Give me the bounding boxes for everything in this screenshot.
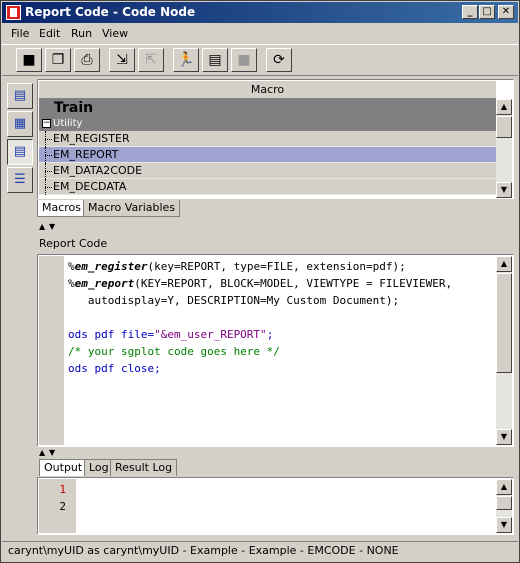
- app-icon: [6, 5, 21, 20]
- code-token: em_report: [74, 277, 135, 290]
- code-line[interactable]: %em_report(KEY=REPORT, BLOCK=MODEL, VIEW…: [68, 275, 493, 292]
- import-icon[interactable]: ⇲: [109, 48, 135, 72]
- tab-macros[interactable]: Macros: [37, 200, 87, 217]
- menu-view[interactable]: View: [102, 27, 128, 40]
- tab-macro-variables[interactable]: Macro Variables: [83, 200, 181, 217]
- menu-bar: File Edit Run View: [2, 24, 518, 43]
- toolbar: ■ ❐ ⎙ ⇲ ⇱ 🏃 ▤ ■ ⟳: [2, 44, 518, 76]
- output-scrollbar[interactable]: ▲ ▼: [496, 479, 512, 533]
- code-line[interactable]: /* your sgplot code goes here */: [68, 343, 493, 360]
- editor-scrollbar[interactable]: ▲ ▼: [496, 256, 512, 445]
- output-tabs: Output Log Result Log: [39, 459, 514, 477]
- code-line[interactable]: [68, 309, 493, 326]
- splitter-up-icon[interactable]: ▲: [39, 223, 45, 231]
- macro-scrollbar[interactable]: ▲ ▼: [496, 99, 512, 198]
- scroll-thumb[interactable]: [496, 273, 512, 373]
- code-token: %: [68, 277, 75, 290]
- macro-item[interactable]: EM_DATA2CODE: [39, 163, 496, 179]
- application-window: Report Code - Code Node _ □ ✕ File Edit …: [0, 0, 520, 563]
- save-icon[interactable]: ■: [16, 48, 42, 72]
- code-token: ods pdf file=: [68, 328, 155, 341]
- scroll-down-icon[interactable]: ▼: [496, 182, 512, 198]
- data-icon[interactable]: ▦: [7, 111, 33, 137]
- code-token: /* your sgplot code goes here */: [68, 345, 280, 358]
- code-line[interactable]: %em_register(key=REPORT, type=FILE, exte…: [68, 258, 493, 275]
- title-bar[interactable]: Report Code - Code Node _ □ ✕: [2, 2, 518, 23]
- code-editor[interactable]: %em_register(key=REPORT, type=FILE, exte…: [37, 254, 514, 447]
- window-title: Report Code - Code Node: [25, 5, 196, 19]
- code-text[interactable]: %em_register(key=REPORT, type=FILE, exte…: [68, 258, 493, 377]
- menu-edit[interactable]: Edit: [39, 27, 60, 40]
- menu-file[interactable]: File: [11, 27, 29, 40]
- scroll-up-icon[interactable]: ▲: [496, 479, 512, 495]
- stop-icon[interactable]: ■: [231, 48, 257, 72]
- splitter-down-icon[interactable]: ▼: [49, 449, 55, 457]
- code-token: ;: [266, 328, 274, 341]
- macro-item-selected[interactable]: EM_REPORT: [39, 147, 496, 163]
- run-icon[interactable]: 🏃: [173, 48, 199, 72]
- macro-group-utility[interactable]: − Utility: [39, 117, 496, 131]
- output-gutter: 1 2: [39, 479, 76, 533]
- code-token: em_register: [74, 260, 148, 273]
- tab-output[interactable]: Output: [39, 459, 88, 476]
- output-editor[interactable]: 1 2 ▲ ▼: [37, 477, 514, 535]
- scroll-thumb[interactable]: [496, 496, 512, 510]
- scroll-thumb[interactable]: [496, 116, 512, 138]
- print-icon[interactable]: ⎙: [74, 48, 100, 72]
- minimize-button[interactable]: _: [462, 5, 478, 19]
- list-icon[interactable]: ☰: [7, 167, 33, 193]
- splitter-handle[interactable]: ▲ ▼: [39, 223, 69, 231]
- macro-subgroup-label: Utility: [53, 118, 83, 129]
- macro-table: Macro Train − Utility EM_REGISTER EM_REP…: [37, 79, 514, 199]
- splitter-handle[interactable]: ▲ ▼: [39, 449, 69, 457]
- code-token: (KEY=REPORT, BLOCK=MODEL, VIEWTYPE = FIL…: [134, 277, 453, 290]
- code-line[interactable]: autodisplay=Y, DESCRIPTION=My Custom Doc…: [68, 292, 493, 309]
- splitter-up-icon[interactable]: ▲: [39, 449, 45, 457]
- submit-icon[interactable]: ▤: [202, 48, 228, 72]
- scroll-up-icon[interactable]: ▲: [496, 256, 512, 272]
- code-line[interactable]: ods pdf file="&em_user_REPORT";: [68, 326, 493, 343]
- code-token: "&em_user_REPORT": [154, 328, 267, 341]
- collapse-icon[interactable]: −: [42, 119, 51, 128]
- document-icon[interactable]: ▤: [7, 83, 33, 109]
- macro-panel: Macro Train − Utility EM_REGISTER EM_REP…: [37, 79, 514, 219]
- macro-item[interactable]: EM_DECDATA: [39, 179, 496, 195]
- menu-run[interactable]: Run: [71, 27, 92, 40]
- splitter-down-icon[interactable]: ▼: [49, 223, 55, 231]
- code-token: autodisplay=Y, DESCRIPTION=My Custom Doc…: [68, 294, 400, 307]
- macro-tabs: Macros Macro Variables: [37, 200, 514, 218]
- line-number: 1: [59, 483, 66, 496]
- editor-gutter: [39, 256, 64, 445]
- scroll-down-icon[interactable]: ▼: [496, 517, 512, 533]
- scroll-up-icon[interactable]: ▲: [496, 99, 512, 115]
- tab-result-log[interactable]: Result Log: [110, 459, 178, 476]
- code-token: (key=REPORT, type=FILE, extension=pdf);: [147, 260, 406, 273]
- report-code-label: Report Code: [39, 237, 108, 250]
- code-token: ods pdf close;: [68, 362, 161, 375]
- refresh-icon[interactable]: ⟳: [266, 48, 292, 72]
- scroll-down-icon[interactable]: ▼: [496, 429, 512, 445]
- copy-icon[interactable]: ❐: [45, 48, 71, 72]
- code-document-icon[interactable]: ▤: [7, 139, 33, 165]
- code-token: %: [68, 260, 75, 273]
- code-line[interactable]: ods pdf close;: [68, 360, 493, 377]
- maximize-button[interactable]: □: [479, 5, 495, 19]
- line-number: 2: [59, 500, 66, 513]
- macro-item[interactable]: EM_REGISTER: [39, 131, 496, 147]
- macro-group-train: Train: [39, 99, 496, 117]
- export-icon[interactable]: ⇱: [138, 48, 164, 72]
- macro-column-header[interactable]: Macro: [39, 81, 496, 99]
- side-tab-strip: ▤ ▦ ▤ ☰: [7, 83, 35, 203]
- status-bar: carynt\myUID as carynt\myUID - Example -…: [2, 541, 518, 561]
- close-button[interactable]: ✕: [498, 5, 514, 19]
